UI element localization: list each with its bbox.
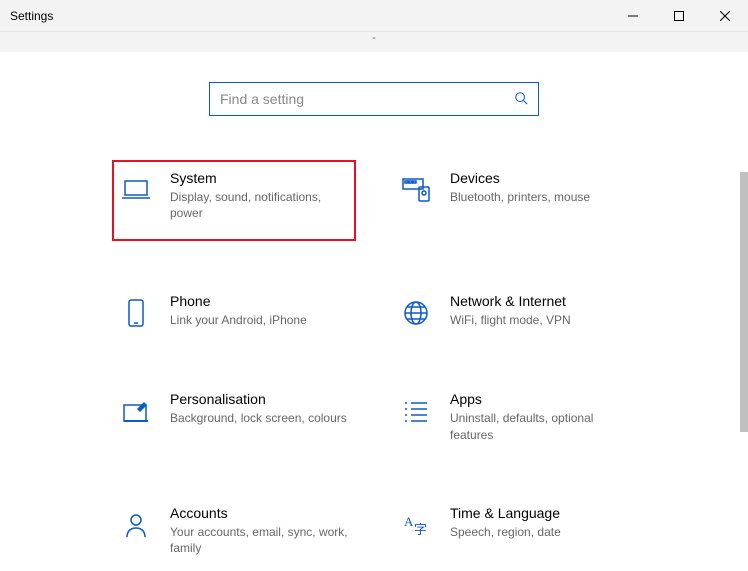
category-desc: Link your Android, iPhone [170,312,348,328]
category-desc: Uninstall, defaults, optional features [450,410,628,442]
subheader: - [0,32,748,52]
scrollbar[interactable] [740,172,748,432]
category-title: Accounts [170,505,348,521]
search-input[interactable] [220,91,514,107]
content-area: System Display, sound, notifications, po… [0,52,748,571]
globe-icon [400,297,432,329]
category-personalisation[interactable]: Personalisation Background, lock screen,… [114,385,354,448]
search-icon [514,91,528,108]
svg-text:字: 字 [414,522,427,537]
category-phone[interactable]: Phone Link your Android, iPhone [114,287,354,335]
category-title: Phone [170,293,348,309]
minimize-button[interactable] [610,0,656,32]
window-controls [610,0,748,31]
laptop-icon [120,174,152,206]
category-system[interactable]: System Display, sound, notifications, po… [112,160,356,241]
category-title: System [170,170,348,186]
svg-text:A: A [404,514,414,529]
maximize-button[interactable] [656,0,702,32]
category-title: Network & Internet [450,293,628,309]
paint-icon [120,395,152,427]
search-wrap [0,82,748,116]
category-devices[interactable]: Devices Bluetooth, printers, mouse [394,164,634,237]
category-desc: Bluetooth, printers, mouse [450,189,628,205]
category-desc: Background, lock screen, colours [170,410,348,426]
list-icon [400,395,432,427]
category-title: Apps [450,391,628,407]
titlebar: Settings [0,0,748,32]
search-box[interactable] [209,82,539,116]
category-desc: Display, sound, notifications, power [170,189,348,221]
category-desc: Speech, region, date [450,524,628,540]
category-network[interactable]: Network & Internet WiFi, flight mode, VP… [394,287,634,335]
window-title: Settings [10,9,53,23]
close-button[interactable] [702,0,748,32]
category-accounts[interactable]: Accounts Your accounts, email, sync, wor… [114,499,354,562]
person-icon [120,509,152,541]
devices-icon [400,174,432,206]
category-apps[interactable]: Apps Uninstall, defaults, optional featu… [394,385,634,448]
category-time[interactable]: A字 Time & Language Speech, region, date [394,499,634,562]
category-desc: WiFi, flight mode, VPN [450,312,628,328]
categories-grid: System Display, sound, notifications, po… [0,164,748,562]
phone-icon [120,297,152,329]
category-title: Devices [450,170,628,186]
language-icon: A字 [400,509,432,541]
category-title: Personalisation [170,391,348,407]
category-title: Time & Language [450,505,628,521]
category-desc: Your accounts, email, sync, work, family [170,524,348,556]
